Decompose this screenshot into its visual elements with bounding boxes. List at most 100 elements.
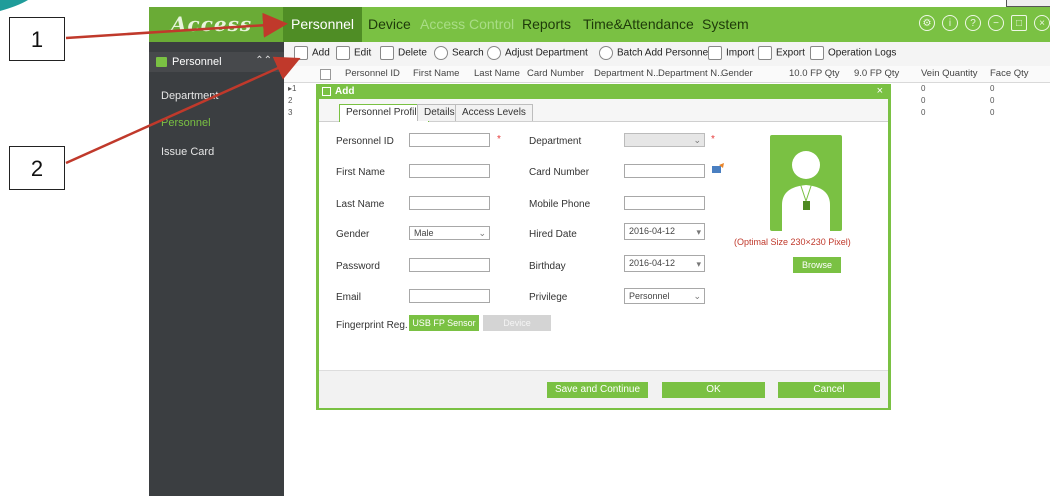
first-name-input[interactable] <box>409 164 490 178</box>
search-button[interactable]: Search <box>434 46 484 63</box>
operation-logs-button[interactable]: Operation Logs <box>810 46 896 63</box>
people-icon <box>487 46 501 60</box>
save-and-continue-button[interactable]: Save and Continue <box>547 382 648 398</box>
column-face-qty[interactable]: Face Qty <box>990 68 1029 79</box>
face-qty-cell: 0 <box>990 84 995 93</box>
toolbar: Add Edit Delete Search Adjust Department… <box>284 42 1050 67</box>
nav-system[interactable]: System <box>702 7 749 42</box>
dropdown-arrow-icon: ▾ <box>696 227 701 237</box>
collapse-icon[interactable]: ⌃⌃ <box>255 55 272 66</box>
tab-access-levels[interactable]: Access Levels <box>455 104 533 121</box>
column-card-number[interactable]: Card Number <box>527 68 584 79</box>
last-name-input[interactable] <box>409 196 490 210</box>
sidebar-item-department[interactable]: Department <box>161 90 218 102</box>
nav-icon-group: ⚙ i? − □ × <box>912 15 1050 31</box>
photo-size-hint: (Optimal Size 230×230 Pixel) <box>734 237 851 247</box>
close-icon[interactable]: × <box>1034 15 1050 31</box>
export-icon <box>758 46 772 60</box>
nav-time-attendance[interactable]: Time&Attendance <box>583 7 694 42</box>
chevron-down-icon: ⌄ <box>693 135 701 145</box>
vein-quantity-cell: 0 <box>921 84 926 93</box>
gender-label: Gender <box>336 229 370 240</box>
import-button[interactable]: Import <box>708 46 754 63</box>
browse-button[interactable]: Browse <box>793 257 841 273</box>
password-label: Password <box>336 261 380 272</box>
column-10fp-qty[interactable]: 10.0 FP Qty <box>789 68 840 79</box>
required-marker: * <box>497 134 501 145</box>
department-select[interactable]: ⌄ <box>624 133 705 147</box>
batch-add-personnel-button[interactable]: Batch Add Personnel <box>599 46 710 63</box>
gender-select[interactable]: Male ⌄ <box>409 226 490 240</box>
info-icon[interactable]: i <box>942 15 958 31</box>
card-number-input[interactable] <box>624 164 705 178</box>
hired-date-picker[interactable]: 2016-04-12 ▾ <box>624 223 705 240</box>
privilege-value: Personnel <box>629 291 670 301</box>
person-placeholder-icon <box>782 151 830 231</box>
app-logo: Access <box>171 12 253 36</box>
top-right-window-edge <box>1006 0 1050 7</box>
dialog-close-button[interactable]: × <box>877 85 883 97</box>
sidebar-item-personnel[interactable]: Personnel <box>161 117 211 129</box>
corner-decoration <box>0 0 28 11</box>
password-input[interactable] <box>409 258 490 272</box>
dialog-title: Add <box>322 86 354 97</box>
nav-reports[interactable]: Reports <box>522 7 571 42</box>
privilege-select[interactable]: Personnel ⌄ <box>624 288 705 304</box>
export-button[interactable]: Export <box>758 46 805 63</box>
column-9fp-qty[interactable]: 9.0 FP Qty <box>854 68 899 79</box>
gender-value: Male <box>414 228 434 238</box>
sidebar-item-issue-card[interactable]: Issue Card <box>161 146 214 158</box>
column-first-name[interactable]: First Name <box>413 68 459 79</box>
nav-access-control[interactable]: Access Control <box>420 7 514 42</box>
column-personnel-id[interactable]: Personnel ID <box>345 68 400 79</box>
column-vein-quantity[interactable]: Vein Quantity <box>921 68 978 79</box>
trash-icon <box>380 46 394 60</box>
mobile-phone-input[interactable] <box>624 196 705 210</box>
callout-2: 2 <box>9 146 65 190</box>
cancel-button[interactable]: Cancel <box>778 382 880 398</box>
card-number-label: Card Number <box>529 167 590 178</box>
device-button[interactable]: Device <box>483 315 551 331</box>
email-input[interactable] <box>409 289 490 303</box>
chevron-down-icon: ⌄ <box>478 228 486 238</box>
edit-button[interactable]: Edit <box>336 46 371 63</box>
last-name-label: Last Name <box>336 199 385 210</box>
sidebar-header-label: Personnel <box>172 56 222 68</box>
card-reader-icon[interactable] <box>711 163 725 175</box>
select-all-checkbox[interactable] <box>320 69 331 80</box>
email-label: Email <box>336 292 362 303</box>
people-add-icon <box>599 46 613 60</box>
vein-quantity-cell: 0 <box>921 96 926 105</box>
personnel-id-input[interactable] <box>409 133 490 147</box>
help-icon[interactable]: ? <box>965 15 981 31</box>
dialog-body: Personnel Profile Details Access Levels … <box>319 99 888 408</box>
window-icon[interactable]: □ <box>1011 15 1027 31</box>
gear-icon[interactable]: ⚙ <box>919 15 935 31</box>
ok-button[interactable]: OK <box>662 382 765 398</box>
privilege-label: Privilege <box>529 292 568 303</box>
column-department-name[interactable]: Department N... <box>658 68 725 79</box>
mobile-phone-label: Mobile Phone <box>529 199 591 210</box>
usb-fp-sensor-button[interactable]: USB FP Sensor <box>409 315 479 331</box>
add-button[interactable]: Add <box>294 46 330 63</box>
minus-icon[interactable]: − <box>988 15 1004 31</box>
tab-personnel-profile[interactable]: Personnel Profile <box>339 104 430 122</box>
birthday-picker[interactable]: 2016-04-12 ▾ <box>624 255 705 272</box>
row-number: 2 <box>288 96 293 105</box>
sidebar: Personnel ⌃⌃ Department Personnel Issue … <box>149 42 284 496</box>
department-label: Department <box>529 136 582 147</box>
column-last-name[interactable]: Last Name <box>474 68 520 79</box>
column-gender[interactable]: Gender <box>721 68 753 79</box>
dialog-tabs: Personnel Profile Details Access Levels <box>319 99 888 122</box>
first-name-label: First Name <box>336 167 385 178</box>
column-department-number[interactable]: Department N... <box>594 68 661 79</box>
nav-device[interactable]: Device <box>368 7 411 42</box>
top-navigation-bar: Access Personnel Device Access Control R… <box>149 7 1050 42</box>
delete-button[interactable]: Delete <box>380 46 427 63</box>
adjust-department-button[interactable]: Adjust Department <box>487 46 588 63</box>
hired-date-label: Hired Date <box>529 229 577 240</box>
nav-personnel[interactable]: Personnel <box>283 7 363 42</box>
personnel-id-label: Personnel ID <box>336 136 394 147</box>
sidebar-header[interactable]: Personnel ⌃⌃ <box>149 52 284 72</box>
face-qty-cell: 0 <box>990 96 995 105</box>
